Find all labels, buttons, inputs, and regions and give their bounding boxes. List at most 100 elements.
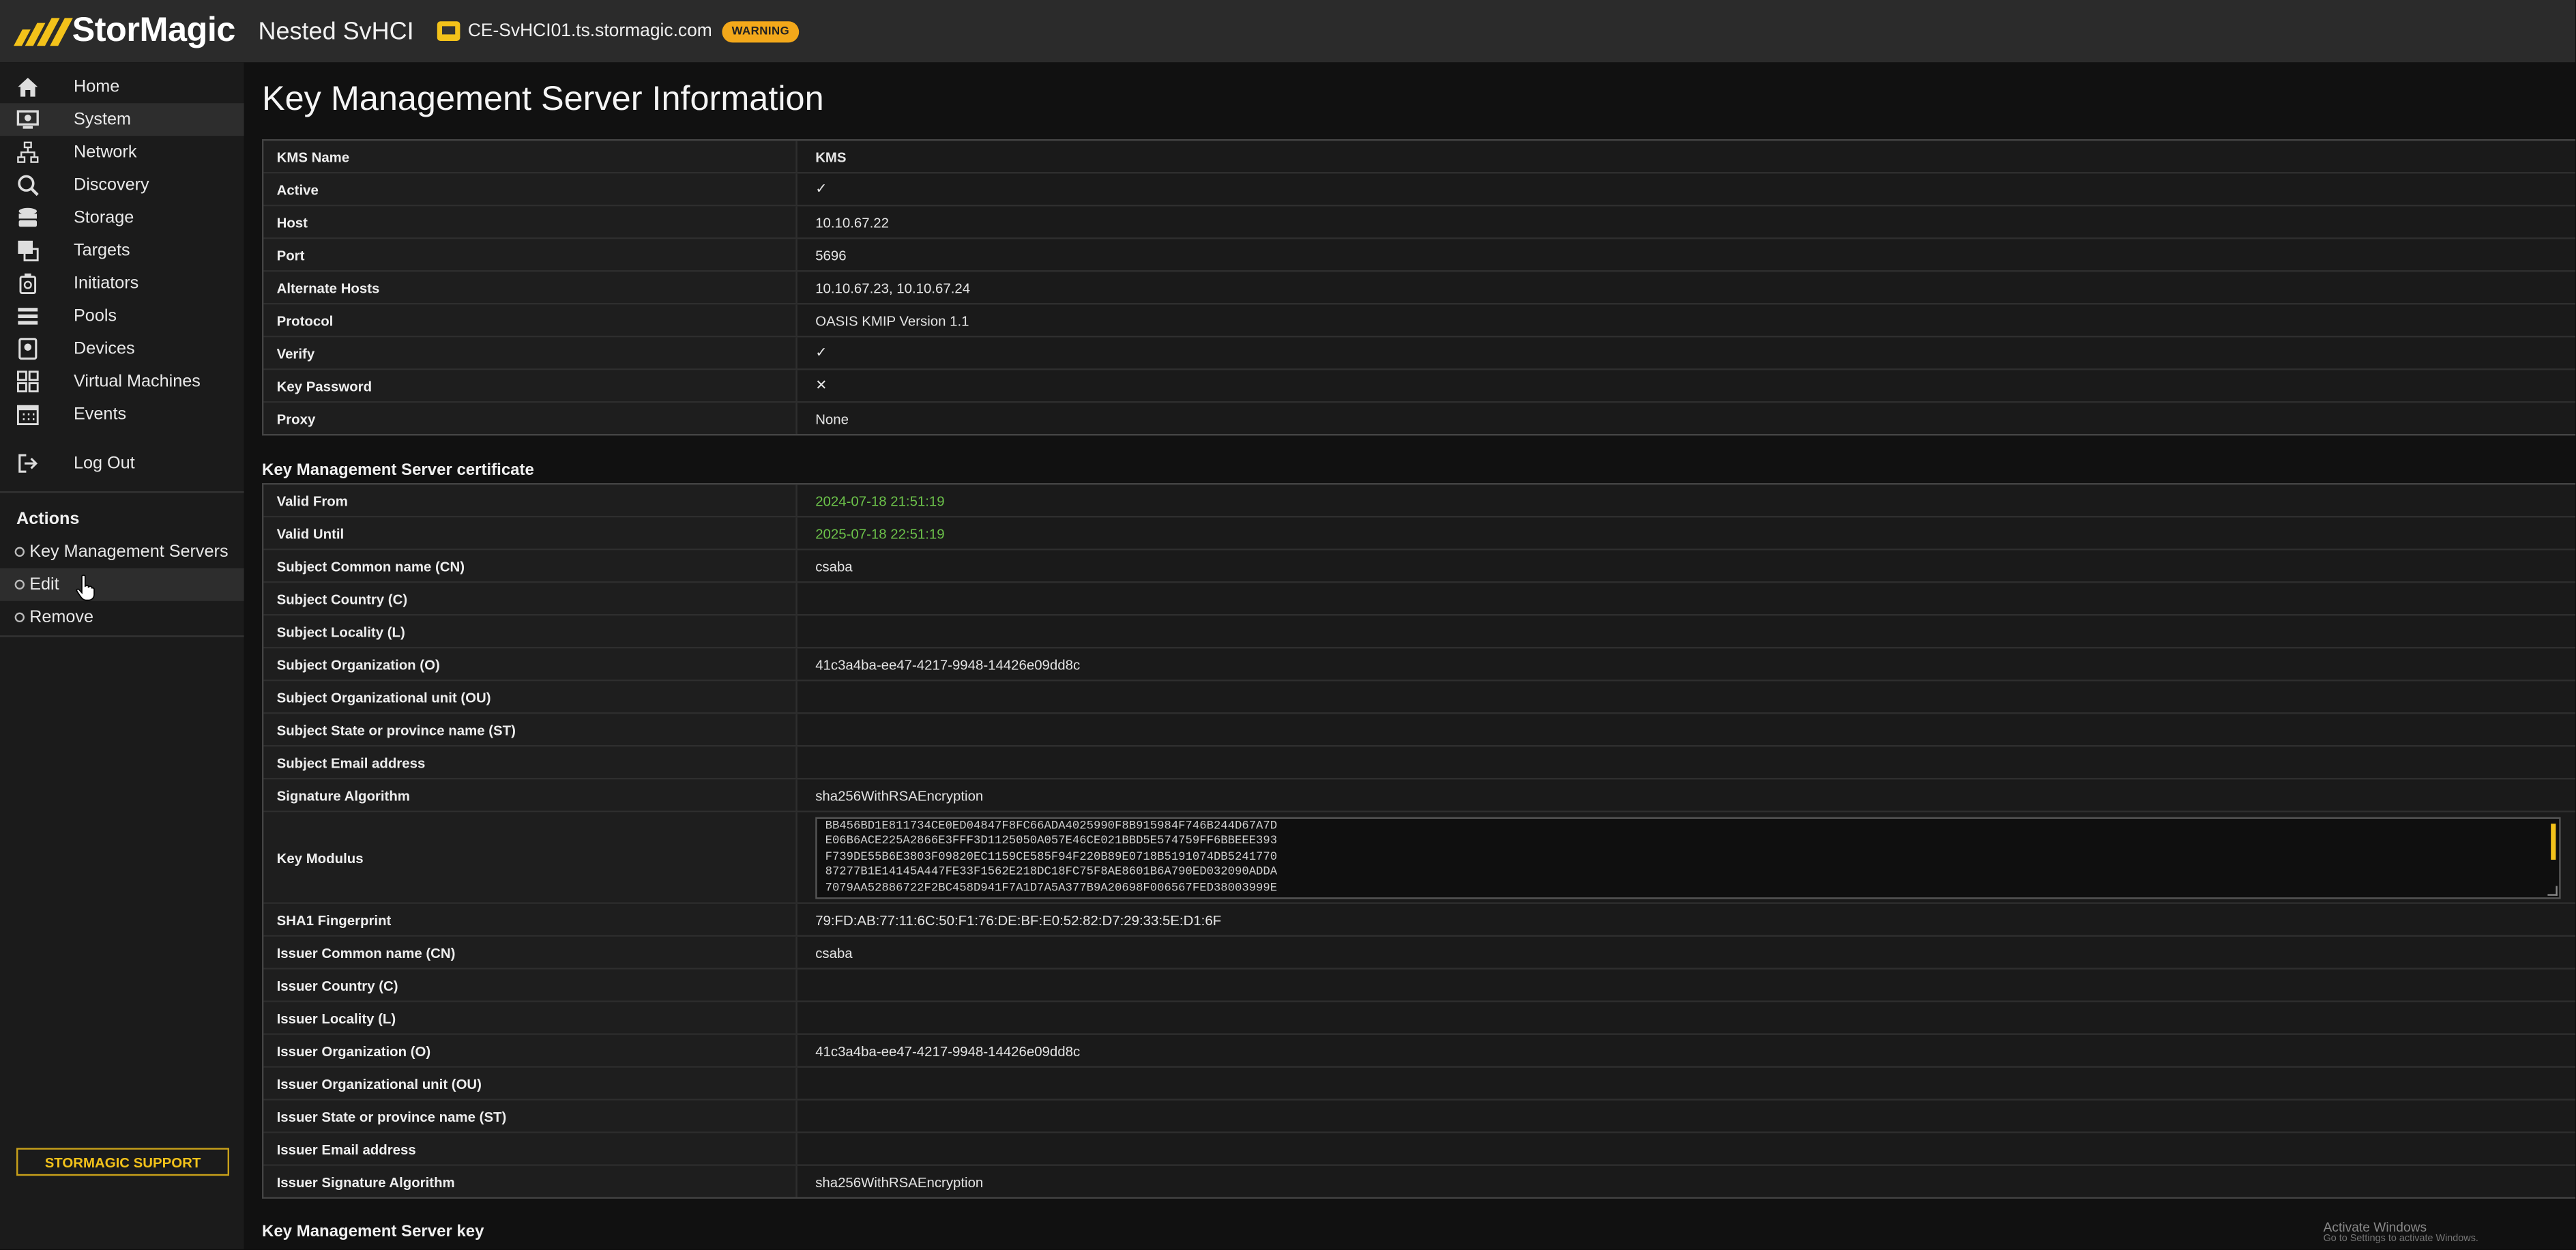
page-title: Key Management Server Information: [262, 80, 824, 118]
row-key: Subject Country (C): [263, 583, 797, 615]
row-value: [797, 1101, 2575, 1132]
row-key: Port: [263, 239, 797, 271]
table-row: Issuer Locality (L): [263, 1002, 2576, 1035]
pools-icon: [16, 304, 40, 328]
active-check-icon: ✓: [815, 180, 828, 197]
action-label: Edit: [29, 575, 59, 595]
row-key: Subject Organization (O): [263, 648, 797, 680]
sidebar-item-label: Events: [74, 404, 127, 424]
kms-info-table: KMS Name KMS Active ✓ Host 10.10.67.22 Port…: [262, 139, 2576, 436]
sidebar-item-events[interactable]: Events: [0, 398, 244, 431]
top-bar: StorMagic Nested SvHCI CE-SvHCI01.ts.sto…: [0, 0, 2576, 63]
action-remove[interactable]: Remove: [0, 601, 244, 634]
table-row: Key Password ✕: [263, 370, 2576, 403]
targets-icon: [16, 239, 40, 262]
key-password-cross-icon: ✕: [815, 377, 828, 393]
sidebar-item-initiators[interactable]: Initiators: [0, 267, 244, 300]
row-key: Subject Locality (L): [263, 615, 797, 648]
discovery-icon: [16, 173, 40, 197]
system-icon: [16, 108, 40, 131]
table-row: Valid Until 2025-07-18 22:51:19: [263, 517, 2576, 551]
row-key: Protocol: [263, 304, 797, 336]
row-value: [797, 1133, 2575, 1165]
row-key: Subject Common name (CN): [263, 550, 797, 582]
table-row: Issuer State or province name (ST): [263, 1100, 2576, 1133]
table-row: Subject Common name (CN) csaba: [263, 550, 2576, 583]
table-row: Subject Country (C): [263, 583, 2576, 616]
row-value: 10.10.67.22: [815, 214, 889, 231]
certificate-table: Valid From 2024-07-18 21:51:19 Valid Unti…: [262, 483, 2576, 1199]
row-key: Subject Organizational unit (OU): [263, 681, 797, 712]
verify-check-icon: ✓: [815, 344, 828, 360]
sidebar-divider: [0, 635, 244, 637]
table-row: Key Modulus BB456BD1E811734CE0ED04847F8F…: [263, 812, 2576, 904]
table-row: Subject Organizational unit (OU): [263, 681, 2576, 714]
virtual-machines-icon: [16, 370, 40, 393]
sidebar-item-label: Discovery: [74, 175, 149, 195]
host-selector[interactable]: CE-SvHCI01.ts.stormagic.com WARNING: [437, 20, 800, 42]
host-icon: [437, 21, 460, 42]
sidebar-item-targets[interactable]: Targets: [0, 234, 244, 267]
sidebar-item-label: Network: [74, 142, 137, 162]
row-value: csaba: [815, 557, 853, 575]
row-key: Host: [263, 206, 797, 237]
sidebar-item-label: Initiators: [74, 273, 139, 293]
row-value: [797, 1068, 2575, 1099]
key-heading: Key Management Server key: [262, 1223, 484, 1242]
status-badge[interactable]: WARNING: [722, 20, 800, 42]
row-value: 5696: [815, 246, 847, 263]
sidebar-item-devices[interactable]: Devices: [0, 332, 244, 365]
row-key: Valid Until: [263, 517, 797, 549]
table-row: Issuer Signature Algorithm sha256WithRSAE…: [263, 1165, 2575, 1197]
bullet-icon: [14, 547, 25, 557]
stormagic-support-button[interactable]: STORMAGIC SUPPORT: [16, 1148, 229, 1176]
table-row: Verify ✓: [263, 337, 2576, 370]
table-row: Issuer Organization (O) 41c3a4ba-ee47-421…: [263, 1034, 2576, 1068]
sidebar-item-home[interactable]: Home: [0, 70, 244, 103]
row-value: [797, 970, 2575, 1001]
sidebar-item-network[interactable]: Network: [0, 136, 244, 169]
action-edit[interactable]: Edit: [0, 568, 244, 601]
table-row: Subject Email address: [263, 746, 2576, 780]
sidebar-item-pools[interactable]: Pools: [0, 300, 244, 332]
sidebar-item-storage[interactable]: Storage: [0, 201, 244, 234]
action-label: Key Management Servers: [29, 542, 229, 562]
row-value: sha256WithRSAEncryption: [815, 1173, 984, 1190]
row-value: 41c3a4ba-ee47-4217-9948-14426e09dd8c: [815, 656, 1081, 673]
sidebar-item-discovery[interactable]: Discovery: [0, 169, 244, 201]
action-key-management-servers[interactable]: Key Management Servers: [0, 536, 244, 568]
watermark-title: Activate Windows: [2323, 1220, 2427, 1235]
table-row: Subject Organization (O) 41c3a4ba-ee47-42…: [263, 648, 2576, 682]
stormagic-logo[interactable]: StorMagic: [10, 0, 235, 62]
logout-button[interactable]: Log Out: [0, 447, 244, 480]
certificate-heading: Key Management Server certificate: [262, 461, 534, 480]
home-icon: [16, 75, 40, 98]
key-modulus-textarea[interactable]: BB456BD1E811734CE0ED04847F8FC66ADA402599…: [815, 816, 2561, 899]
row-key: KMS Name: [263, 141, 797, 173]
table-row: Issuer Email address: [263, 1133, 2576, 1166]
row-key: Issuer Organizational unit (OU): [263, 1067, 797, 1099]
scrollbar-thumb[interactable]: [2551, 823, 2556, 859]
action-label: Remove: [29, 607, 94, 628]
row-key: Verify: [263, 337, 797, 368]
logout-label: Log Out: [74, 453, 135, 474]
table-row: Subject Locality (L): [263, 615, 2576, 649]
row-value: [797, 1002, 2575, 1034]
sidebar-item-label: Targets: [74, 240, 130, 261]
table-row: SHA1 Fingerprint 79:FD:AB:77:11:6C:50:F1:…: [263, 903, 2576, 937]
sidebar-item-virtual-machines[interactable]: Virtual Machines: [0, 365, 244, 398]
windows-activation-watermark: Activate Windows Go to Settings to activ…: [2324, 1220, 2478, 1245]
sidebar-item-system[interactable]: System: [0, 103, 244, 136]
resize-grip-icon[interactable]: [2547, 885, 2558, 895]
table-row: Host 10.10.67.22: [263, 206, 2576, 239]
valid-until-value: 2025-07-18 22:51:19: [815, 525, 945, 542]
row-key: Proxy: [263, 403, 797, 434]
row-key: Subject Email address: [263, 746, 797, 778]
row-value: [797, 746, 2575, 778]
sidebar-item-label: Virtual Machines: [74, 371, 201, 392]
sidebar-item-label: Pools: [74, 306, 117, 326]
sidebar: Home System Network Discovery Storage Ta…: [0, 62, 244, 1250]
sidebar-divider: [0, 491, 244, 493]
events-icon: [16, 403, 40, 426]
row-value: 79:FD:AB:77:11:6C:50:F1:76:DE:BF:E0:52:8…: [815, 911, 1222, 928]
